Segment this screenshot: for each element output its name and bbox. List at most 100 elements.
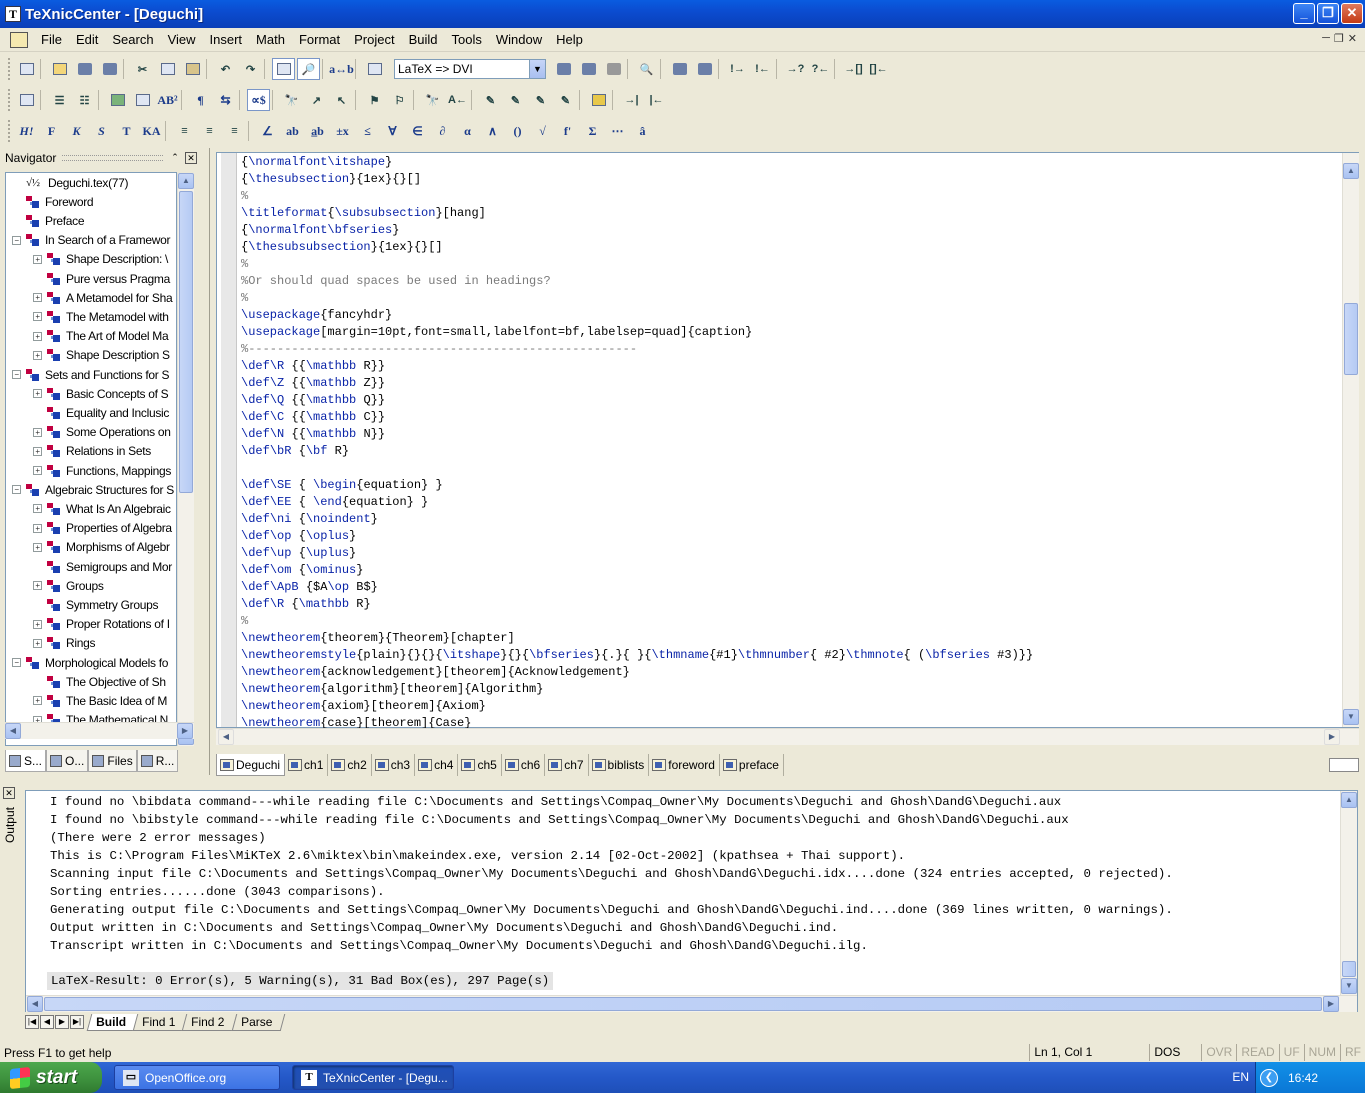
tab-last-icon[interactable]: ▶| [70,1015,84,1029]
output-line[interactable]: This is C:\Program Files\MiKTeX 2.6\mikt… [50,847,1340,865]
tree-item[interactable]: + Basic Concepts of S [33,384,169,403]
bookmark-prev-icon[interactable]: ⚐ [388,89,411,111]
math-symbol-13-icon[interactable]: f' [556,120,579,142]
scroll-thumb[interactable] [1342,961,1356,977]
typewriter-icon[interactable]: T [115,120,138,142]
superscript-icon[interactable]: AB² [156,89,179,111]
collapse-icon[interactable]: − [12,370,21,379]
code-line[interactable]: %Or should quad spaces be used in headin… [241,273,1341,290]
document-tab[interactable]: ch2 [328,754,372,776]
expand-icon[interactable]: + [33,523,42,533]
navigator-scrollbar[interactable]: ▲ ▼ [177,173,194,746]
code-line[interactable]: \newtheorem{algorithm}[theorem]{Algorith… [241,681,1341,698]
tree-item[interactable]: Equality and Inclusic [33,403,169,422]
title-bar[interactable]: T TeXnicCenter - [Deguchi] _ ❐ ✕ [0,0,1365,28]
slanted-icon[interactable]: S [90,120,113,142]
output-line[interactable]: Sorting entries......done (3043 comparis… [50,883,1340,901]
mdi-close-icon[interactable]: ✕ [1348,32,1357,45]
tab-first-icon[interactable]: |◀ [25,1015,39,1029]
scroll-up-icon[interactable]: ▲ [1343,163,1359,179]
code-line[interactable]: %---------------------------------------… [241,341,1341,358]
menu-edit[interactable]: Edit [69,29,105,51]
code-line[interactable]: {\normalfont\itshape} [241,154,1341,171]
output-line[interactable]: I found no \bibstyle command---while rea… [50,811,1340,829]
smallcaps-icon[interactable]: KA [140,120,163,142]
expand-icon[interactable]: + [33,389,42,399]
open-icon[interactable] [48,58,71,80]
math-icon[interactable]: ∝$ [247,89,270,111]
tree-item[interactable]: + Functions, Mappings [33,461,171,480]
code-line[interactable]: \def\up {\uplus} [241,545,1341,562]
document-tab[interactable]: Deguchi [216,754,286,776]
tree-item[interactable]: − In Search of a Framewor [12,231,170,250]
tree-item[interactable]: − Sets and Functions for S [12,365,170,384]
document-tab[interactable]: ch5 [458,754,502,776]
navigator-tab[interactable]: O... [46,750,89,772]
math-symbol-12-icon[interactable]: √ [531,120,554,142]
minimize-button[interactable]: _ [1293,3,1315,24]
stop-build-icon[interactable] [602,58,625,80]
collapse-icon[interactable]: − [12,235,21,245]
indent-icon[interactable]: →| [620,89,643,111]
menu-window[interactable]: Window [489,29,549,51]
next-error-icon[interactable]: !→ [726,58,749,80]
navigator-tab[interactable]: Files [88,750,137,772]
mdi-restore-icon[interactable]: ❐ [1334,32,1344,45]
menu-project[interactable]: Project [347,29,401,51]
output-tab[interactable]: Find 1 [132,1013,189,1031]
menu-format[interactable]: Format [292,29,347,51]
bookmark-clear-icon[interactable]: ✎ [504,89,527,111]
math-symbol-11-icon[interactable]: () [506,120,529,142]
tree-item[interactable]: Foreword [12,192,94,211]
build-view-current-icon[interactable] [693,58,716,80]
editor-text[interactable]: {\normalfont\itshape} {\thesubsection}{1e… [241,154,1341,732]
tree-item[interactable]: + Properties of Algebra [33,519,172,538]
tree-item[interactable]: Symmetry Groups [33,595,158,614]
new-file-icon[interactable] [15,58,38,80]
bookmark-toggle-icon[interactable]: ✎ [479,89,502,111]
prev-warning-icon[interactable]: ?← [809,58,832,80]
expand-icon[interactable]: + [33,427,42,437]
navigator-hscrollbar[interactable]: ◀ ▶ [5,722,194,739]
math-symbol-4-icon[interactable]: ±x [331,120,354,142]
menu-math[interactable]: Math [249,29,292,51]
code-line[interactable]: \newtheorem{theorem}{Theorem}[chapter] [241,630,1341,647]
scroll-left-icon[interactable]: ◀ [27,996,43,1012]
bold-icon[interactable]: F [40,120,63,142]
tab-scroll-icon[interactable] [1329,758,1359,772]
expand-icon[interactable]: + [33,293,42,303]
code-line[interactable]: % [241,290,1341,307]
next-warning-icon[interactable]: →? [784,58,807,80]
math-symbol-8-icon[interactable]: ∂ [431,120,454,142]
build-view-icon[interactable] [668,58,691,80]
clock[interactable]: 16:42 [1288,1071,1318,1085]
math-symbol-6-icon[interactable]: ∀ [381,120,404,142]
scroll-up-icon[interactable]: ▲ [178,173,194,189]
scroll-left-icon[interactable]: ◀ [5,723,21,739]
heading-icon[interactable]: H! [15,120,38,142]
tree-item[interactable]: + Relations in Sets [33,442,151,461]
undo-icon[interactable]: ↶ [214,58,237,80]
scroll-up-icon[interactable]: ▲ [1341,792,1357,808]
outdent-icon[interactable]: |← [645,89,668,111]
code-line[interactable]: \def\ApB {$A\op B$} [241,579,1341,596]
menu-file[interactable]: File [34,29,69,51]
tree-item[interactable]: + A Metamodel for Sha [33,288,173,307]
build-icon[interactable] [552,58,575,80]
math-symbol-7-icon[interactable]: ∈ [406,120,429,142]
output-line[interactable]: Output written in C:\Documents and Setti… [50,919,1340,937]
align-right-icon[interactable]: ≡ [223,120,246,142]
view-output-icon[interactable]: 🔍 [635,58,658,80]
tree-item[interactable]: + Groups [33,576,104,595]
menu-tools[interactable]: Tools [445,29,489,51]
output-tab[interactable]: Parse [231,1013,286,1031]
tree-item[interactable]: + What Is An Algebraic [33,499,171,518]
replace-in-files-icon[interactable]: A← [446,89,469,111]
math-symbol-14-icon[interactable]: Σ [581,120,604,142]
document-icon[interactable] [10,31,28,48]
output-tab[interactable]: Build [86,1013,140,1031]
tree-item[interactable]: + Some Operations on [33,423,171,442]
code-line[interactable]: \usepackage[margin=10pt,font=small,label… [241,324,1341,341]
toggle-output-icon[interactable]: 🔎 [297,58,320,80]
output-line[interactable]: Transcript written in C:\Documents and S… [50,937,1340,955]
